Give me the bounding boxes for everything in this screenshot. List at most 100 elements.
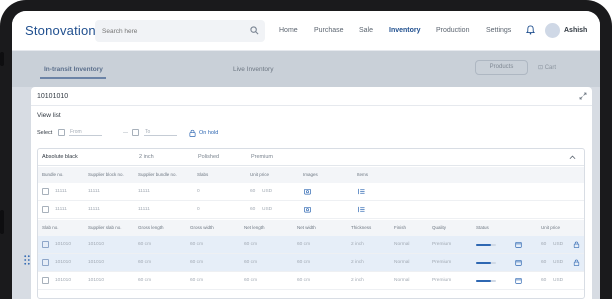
- tab-in-transit-inventory[interactable]: In-transit Inventory: [44, 66, 103, 73]
- select-from-checkbox[interactable]: [58, 129, 65, 136]
- col-supplier-slab-no: Supplier slab no.: [88, 225, 122, 230]
- from-input[interactable]: From: [69, 129, 102, 136]
- status-progress-fill: [476, 280, 491, 282]
- cell-unit-price: 60: [541, 242, 547, 247]
- cell-slab-no: 101010: [55, 242, 72, 247]
- bundle-detail-modal: 10101010 View list Select From — To On h…: [31, 87, 592, 299]
- group-thickness: 2 inch: [139, 154, 154, 160]
- status-progress-fill: [476, 244, 491, 246]
- bundle-row[interactable]: 11111 11111 11111 0 60 USD: [38, 183, 584, 201]
- search-box[interactable]: [95, 20, 265, 42]
- col-slabs: Slabs: [197, 172, 209, 177]
- cell-currency: USD: [262, 189, 273, 194]
- cell-quality: Premium: [432, 260, 452, 265]
- cell-thickness: 2 inch: [351, 278, 364, 283]
- row-checkbox[interactable]: [42, 206, 49, 213]
- cell-net-width: 60 cm: [297, 242, 311, 247]
- nav-settings[interactable]: Settings: [486, 27, 511, 34]
- products-button[interactable]: Products: [475, 60, 528, 75]
- cell-quality: Premium: [432, 242, 452, 247]
- col-supplier-block-no: Supplier block no.: [88, 172, 124, 177]
- cell-net-length: 60 cm: [244, 242, 258, 247]
- row-checkbox[interactable]: [42, 259, 49, 266]
- col-status: Status: [476, 225, 489, 230]
- calendar-icon[interactable]: [515, 241, 522, 248]
- cell-unit-price: 60: [541, 260, 547, 265]
- cell-slabs: 0: [197, 207, 200, 212]
- list-icon[interactable]: [358, 188, 365, 195]
- cart-label: Cart: [544, 65, 557, 71]
- expand-icon[interactable]: [579, 92, 587, 100]
- bundle-row[interactable]: 11111 11111 11111 0 60 USD: [38, 201, 584, 219]
- user-name[interactable]: Ashish: [564, 27, 587, 34]
- nav-home[interactable]: Home: [279, 27, 298, 34]
- calendar-icon[interactable]: [515, 277, 522, 284]
- cart-link[interactable]: ⊡ Cart: [538, 64, 556, 71]
- cell-supplier-slab-no: 101010: [88, 242, 105, 247]
- col-quality: Quality: [432, 225, 447, 230]
- col-thickness: Thickness: [351, 225, 372, 230]
- tab-live-inventory[interactable]: Live Inventory: [233, 66, 273, 73]
- row-checkbox[interactable]: [42, 277, 49, 284]
- search-icon[interactable]: [250, 26, 259, 35]
- col-net-length: Net length: [244, 225, 265, 230]
- modal-header: 10101010: [31, 87, 592, 106]
- col-bundle-no: Bundle no.: [42, 172, 64, 177]
- slab-row[interactable]: 101010 101010 60 cm 60 cm 60 cm 60 cm 2 inch No…: [38, 236, 584, 254]
- group-header[interactable]: Absolute black 2 inch Polished Premium: [38, 149, 584, 166]
- cell-net-width: 60 cm: [297, 260, 311, 265]
- nav-purchase[interactable]: Purchase: [314, 27, 344, 34]
- volume-down-button: [0, 210, 4, 234]
- nav-production[interactable]: Production: [436, 27, 469, 34]
- col-gross-width: Gross width: [190, 225, 214, 230]
- nav-inventory[interactable]: Inventory: [389, 27, 421, 34]
- lock-icon[interactable]: [189, 129, 196, 137]
- bundle-table-header: Bundle no. Supplier block no. Supplier b…: [38, 167, 584, 183]
- nav-sale[interactable]: Sale: [359, 27, 373, 34]
- volume-up-button: [0, 52, 4, 66]
- lock-icon[interactable]: [573, 241, 580, 248]
- cell-quality: Premium: [432, 278, 452, 283]
- cell-gross-length: 60 cm: [138, 242, 152, 247]
- calendar-icon[interactable]: [515, 259, 522, 266]
- image-icon[interactable]: [304, 188, 311, 195]
- cell-thickness: 2 inch: [351, 260, 364, 265]
- app-logo[interactable]: Stonovation: [25, 23, 96, 38]
- cell-net-length: 60 cm: [244, 278, 258, 283]
- col-supplier-bundle-no: Supplier bundle no.: [138, 172, 177, 177]
- cell-gross-length: 60 cm: [138, 260, 152, 265]
- view-list-label: View list: [37, 112, 61, 119]
- screen: Stonovation Home Purchase Sale Inventory…: [12, 11, 600, 299]
- lock-icon[interactable]: [573, 259, 580, 266]
- search-input[interactable]: [95, 20, 245, 42]
- bell-icon[interactable]: [526, 25, 535, 35]
- select-to-checkbox[interactable]: [132, 129, 139, 136]
- cell-slab-no: 101010: [55, 278, 72, 283]
- avatar[interactable]: [545, 23, 560, 38]
- cell-currency: USD: [553, 278, 564, 283]
- col-finish: Finish: [394, 225, 407, 230]
- cell-net-width: 60 cm: [297, 278, 311, 283]
- cell-supplier-block-no: 11111: [88, 207, 100, 212]
- cell-supplier-slab-no: 101010: [88, 260, 105, 265]
- col-slab-no: Slab no.: [42, 225, 59, 230]
- status-progress: [476, 262, 496, 264]
- cell-supplier-bundle-no: 11111: [138, 189, 150, 194]
- cell-currency: USD: [553, 260, 564, 265]
- cell-slabs: 0: [197, 189, 200, 194]
- cell-bundle-no: 11111: [55, 207, 67, 212]
- cell-unit-price: 60: [250, 207, 256, 212]
- row-checkbox[interactable]: [42, 241, 49, 248]
- slab-row[interactable]: 101010 101010 60 cm 60 cm 60 cm 60 cm 2 inch No…: [38, 254, 584, 272]
- image-icon[interactable]: [304, 206, 311, 213]
- cell-gross-length: 60 cm: [138, 278, 152, 283]
- list-icon[interactable]: [358, 206, 365, 213]
- to-input[interactable]: To: [144, 129, 177, 136]
- cell-unit-price: 60: [250, 189, 256, 194]
- drag-handle-icon[interactable]: [24, 255, 30, 265]
- on-hold-link[interactable]: On hold: [199, 130, 218, 136]
- slab-row[interactable]: 101010 101010 60 cm 60 cm 60 cm 60 cm 2 inch No…: [38, 272, 584, 290]
- cell-net-length: 60 cm: [244, 260, 258, 265]
- chevron-up-icon[interactable]: [569, 154, 576, 160]
- row-checkbox[interactable]: [42, 188, 49, 195]
